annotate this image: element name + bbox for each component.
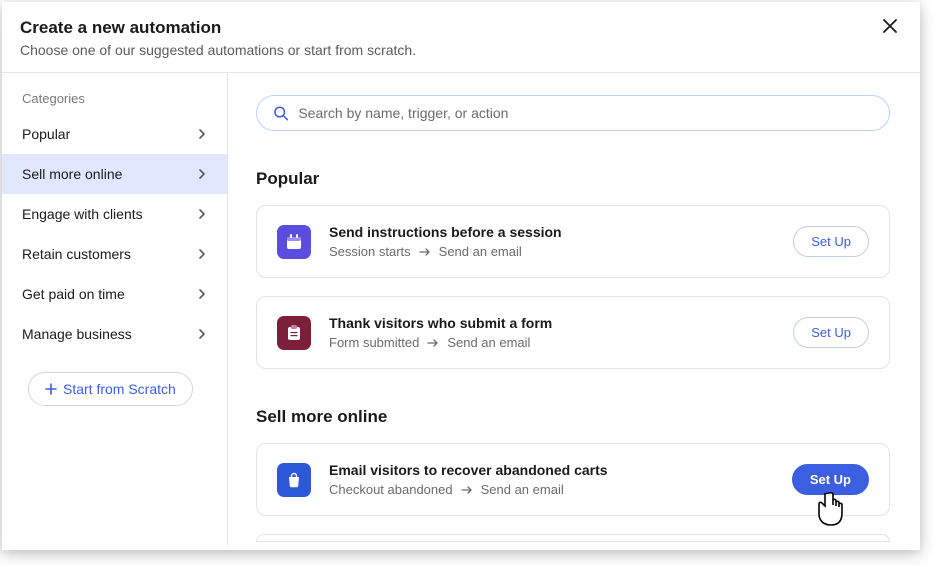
search-box[interactable] [256,95,890,131]
categories-sidebar: Categories Popular Sell more online Enga… [2,73,228,546]
modal-body: Categories Popular Sell more online Enga… [2,73,920,546]
card-title: Email visitors to recover abandoned cart… [329,462,774,478]
card-body: Send instructions before a session Sessi… [329,224,775,259]
automation-card-partial [256,534,890,542]
card-title: Thank visitors who submit a form [329,315,775,331]
card-action: Send an email [481,482,564,497]
sidebar-item-label: Get paid on time [22,286,125,302]
page-title: Create a new automation [20,18,900,38]
sidebar-item-engage-clients[interactable]: Engage with clients [2,194,227,234]
card-title: Send instructions before a session [329,224,775,240]
page-subtitle: Choose one of our suggested automations … [20,42,900,58]
card-action: Send an email [439,244,522,259]
start-from-scratch-button[interactable]: Start from Scratch [28,372,193,406]
chevron-right-icon [197,326,207,342]
arrow-right-icon [419,247,431,257]
clipboard-icon [277,316,311,350]
plus-icon [45,383,57,395]
sidebar-item-label: Manage business [22,326,132,342]
close-icon [882,18,898,34]
sidebar-item-get-paid[interactable]: Get paid on time [2,274,227,314]
card-body: Thank visitors who submit a form Form su… [329,315,775,350]
sidebar-item-label: Popular [22,126,70,142]
card-subtitle: Session starts Send an email [329,244,775,259]
section-title-popular: Popular [256,169,890,189]
sidebar-item-popular[interactable]: Popular [2,114,227,154]
sidebar-item-manage-business[interactable]: Manage business [2,314,227,354]
sidebar-item-sell-more-online[interactable]: Sell more online [2,154,227,194]
card-trigger: Checkout abandoned [329,482,453,497]
shopping-bag-icon [277,463,311,497]
automation-card-thank-form: Thank visitors who submit a form Form su… [256,296,890,369]
sidebar-item-label: Sell more online [22,166,122,182]
chevron-right-icon [197,126,207,142]
modal-header: Create a new automation Choose one of ou… [2,2,920,73]
setup-button[interactable]: Set Up [793,317,869,348]
main-content: Popular Send instructions before a sessi… [228,73,920,546]
chevron-right-icon [197,166,207,182]
chevron-right-icon [197,286,207,302]
card-trigger: Session starts [329,244,411,259]
setup-button[interactable]: Set Up [793,226,869,257]
card-subtitle: Form submitted Send an email [329,335,775,350]
setup-button-primary[interactable]: Set Up [792,464,869,495]
sidebar-title: Categories [2,91,227,114]
card-trigger: Form submitted [329,335,419,350]
scratch-btn-label: Start from Scratch [63,381,176,397]
scratch-wrap: Start from Scratch [2,354,227,406]
card-action: Send an email [447,335,530,350]
automation-card-abandoned-cart: Email visitors to recover abandoned cart… [256,443,890,516]
arrow-right-icon [461,485,473,495]
section-title-sell-more: Sell more online [256,407,890,427]
arrow-right-icon [427,338,439,348]
sidebar-item-retain-customers[interactable]: Retain customers [2,234,227,274]
automation-card-session-instructions: Send instructions before a session Sessi… [256,205,890,278]
calendar-icon [277,225,311,259]
sidebar-item-label: Engage with clients [22,206,143,222]
close-button[interactable] [882,18,902,38]
card-body: Email visitors to recover abandoned cart… [329,462,774,497]
card-subtitle: Checkout abandoned Send an email [329,482,774,497]
chevron-right-icon [197,206,207,222]
chevron-right-icon [197,246,207,262]
automation-modal: Create a new automation Choose one of ou… [2,2,920,550]
sidebar-item-label: Retain customers [22,246,131,262]
search-input[interactable] [298,105,873,121]
search-icon [273,105,288,121]
